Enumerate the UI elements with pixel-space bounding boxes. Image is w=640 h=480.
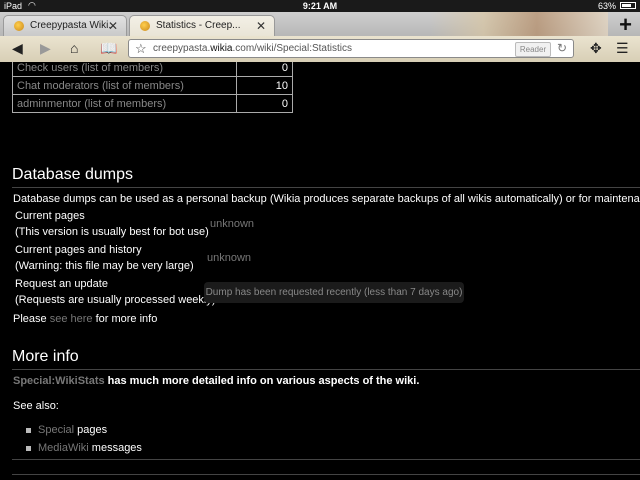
wikistats-text: has much more detailed info on various a… <box>104 375 420 387</box>
members-table: Check users (list of members) 0 Chat mod… <box>12 62 293 113</box>
menu-icon[interactable]: ☰ <box>616 40 629 57</box>
list-item-text: pages <box>74 424 108 436</box>
page-content: Check users (list of members) 0 Chat mod… <box>0 62 640 480</box>
dump-title: Current pages and history <box>15 244 142 256</box>
dump-note: (Requests are usually processed weekly) <box>15 294 216 306</box>
tab-label: Statistics - Creep... <box>156 20 241 31</box>
reader-button[interactable]: Reader <box>515 42 551 57</box>
list-item-text: messages <box>88 442 142 454</box>
special-link[interactable]: Special <box>38 424 74 436</box>
status-bar: iPad ◠ 9:21 AM 63% <box>0 0 640 12</box>
group-count: 0 <box>236 94 293 113</box>
dump-note: (Warning: this file may be very large) <box>15 260 194 272</box>
dump-status: unknown <box>210 218 255 230</box>
mediawiki-link[interactable]: MediaWiki <box>38 442 89 454</box>
please-suffix: for more info <box>92 313 158 325</box>
section-divider <box>12 459 640 460</box>
bookmarks-icon[interactable]: 📖 <box>100 40 117 57</box>
database-dumps-heading: Database dumps <box>12 166 133 183</box>
new-tab-icon[interactable]: + <box>619 12 632 38</box>
dump-title: Current pages <box>15 210 85 222</box>
heading-divider <box>12 187 640 188</box>
forward-icon[interactable]: ▶ <box>40 40 51 57</box>
back-icon[interactable]: ◀ <box>12 40 23 57</box>
dump-note: (This version is usually best for bot us… <box>15 226 209 238</box>
heading-divider <box>12 369 640 370</box>
table-row: adminmentor (list of members) 0 <box>12 94 293 113</box>
table-row: Chat moderators (list of members) 10 <box>12 76 293 95</box>
url-text[interactable]: creepypasta.wikia.com/wiki/Special:Stati… <box>153 43 352 54</box>
wikistats-line: Special:WikiStats has much more detailed… <box>13 375 419 387</box>
dumps-intro: Database dumps can be used as a personal… <box>13 193 640 205</box>
tab-strip: Creepypasta Wiki... ✕ Statistics - Creep… <box>0 12 640 38</box>
dump-requested-button[interactable]: Dump has been requested recently (less t… <box>204 282 464 303</box>
table-row: Check users (list of members) 0 <box>12 62 293 77</box>
bullet-icon <box>26 446 31 451</box>
tab-statistics[interactable]: Statistics - Creep... ✕ <box>129 15 275 36</box>
tab-label: Creepypasta Wiki... <box>30 20 112 31</box>
home-icon[interactable]: ⌂ <box>70 40 78 56</box>
favicon-icon <box>14 21 24 31</box>
please-prefix: Please <box>13 313 50 325</box>
close-tab-icon[interactable]: ✕ <box>256 19 266 33</box>
dump-status: unknown <box>207 252 252 264</box>
bookmark-star-icon[interactable]: ☆ <box>135 41 147 57</box>
address-bar[interactable]: ☆ creepypasta.wikia.com/wiki/Special:Sta… <box>128 39 574 58</box>
favicon-icon <box>140 21 150 31</box>
battery-icon <box>620 2 636 9</box>
group-count: 0 <box>236 62 293 77</box>
group-count: 10 <box>236 76 293 95</box>
more-info-line: Please see here for more info <box>13 313 157 325</box>
reload-icon[interactable]: ↻ <box>557 41 567 55</box>
group-name[interactable]: adminmentor (list of members) <box>12 94 237 113</box>
tools-icon[interactable]: ✥ <box>590 40 602 57</box>
clock: 9:21 AM <box>302 1 338 11</box>
tab-creepypasta-wiki[interactable]: Creepypasta Wiki... ✕ <box>3 15 127 36</box>
group-name[interactable]: Check users (list of members) <box>12 62 237 77</box>
battery-percent: 63% <box>597 1 616 11</box>
see-also-label: See also: <box>13 400 59 412</box>
dump-title: Request an update <box>15 278 108 290</box>
group-name[interactable]: Chat moderators (list of members) <box>12 76 237 95</box>
close-tab-icon[interactable]: ✕ <box>108 19 118 33</box>
more-info-heading: More info <box>12 348 79 365</box>
theme-artwork <box>430 12 608 36</box>
bullet-icon <box>26 428 31 433</box>
wikistats-link[interactable]: Special:WikiStats <box>13 375 105 387</box>
list-item: Special pages <box>38 424 107 436</box>
list-item: MediaWiki messages <box>38 442 142 454</box>
browser-toolbar: ◀ ▶ ⌂ 📖 ☆ creepypasta.wikia.com/wiki/Spe… <box>0 36 640 63</box>
footer-divider <box>12 474 640 475</box>
see-here-link[interactable]: see here <box>50 313 93 325</box>
